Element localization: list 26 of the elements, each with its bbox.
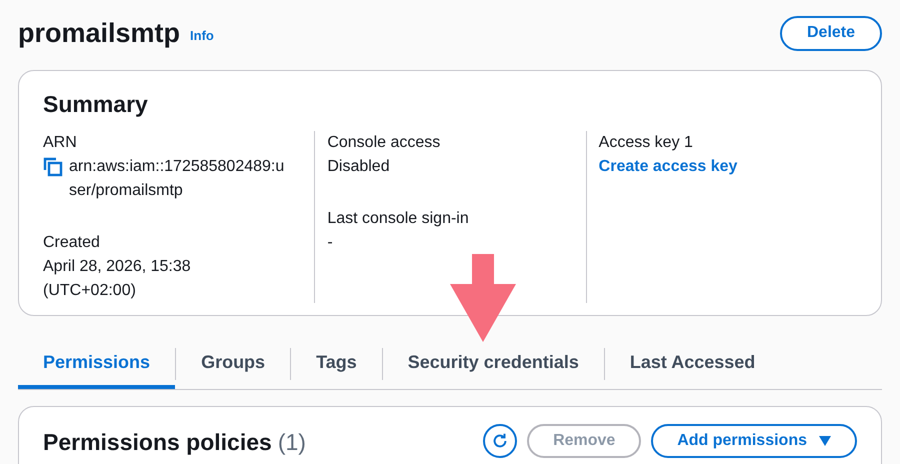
tab[interactable]: Last Accessed	[604, 346, 780, 389]
field-label: Access key 1	[598, 133, 694, 153]
tab[interactable]: Security credentials	[382, 346, 604, 389]
tab[interactable]: Tags	[291, 346, 382, 389]
add-permissions-button[interactable]: Add permissions	[651, 424, 857, 458]
field-value: -	[327, 233, 334, 253]
field-label: Last console sign-in	[327, 209, 470, 229]
tab[interactable]: Permissions	[18, 346, 176, 389]
refresh-icon	[491, 432, 510, 450]
info-link[interactable]: Info	[190, 26, 214, 46]
section-title: Permissions policies	[43, 428, 272, 457]
policy-count: (1)	[278, 428, 306, 457]
field-label: Console access	[327, 133, 442, 153]
field-label: Created	[43, 233, 101, 253]
create-access-key-link[interactable]: Create access key	[598, 158, 738, 175]
arn-value: arn:aws:iam::172585802489:user/promailsmtp	[69, 157, 286, 201]
copy-icon[interactable]	[43, 157, 63, 177]
caret-icon	[819, 436, 831, 446]
tab[interactable]: Groups	[176, 346, 290, 389]
field-value: April 28, 2026, 15:38 (UTC+02:00)	[43, 257, 192, 301]
section-title: Summary	[43, 90, 149, 119]
page-title: promailsmtp	[18, 20, 180, 46]
delete-button[interactable]: Delete	[780, 16, 882, 50]
field-value: Disabled	[327, 157, 391, 177]
field-label: ARN	[43, 133, 78, 153]
refresh-button[interactable]	[483, 424, 518, 458]
